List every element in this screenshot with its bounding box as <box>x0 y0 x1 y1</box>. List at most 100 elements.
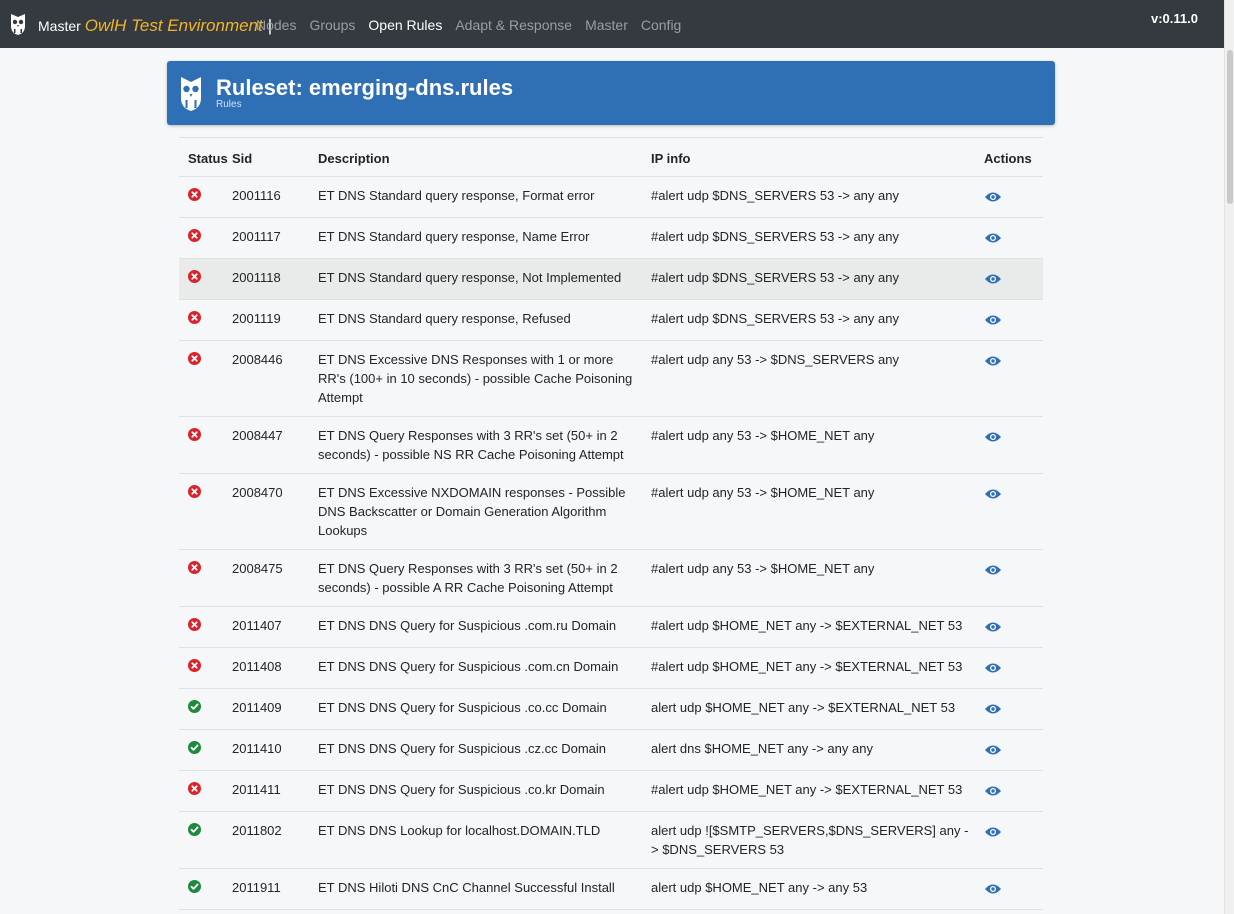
table-row[interactable]: 2011802 ET DNS DNS Lookup for localhost.D… <box>179 812 1043 869</box>
page-subtitle: Rules <box>216 99 242 110</box>
x-circle-icon[interactable] <box>188 188 201 201</box>
eye-icon[interactable] <box>984 353 1002 372</box>
scrollbar-thumb[interactable] <box>1227 50 1233 204</box>
table-row[interactable]: 2011410 ET DNS DNS Query for Suspicious .… <box>179 730 1043 771</box>
description-cell: ET DNS Excessive NXDOMAIN responses - Po… <box>318 485 626 538</box>
status-cell <box>179 689 232 730</box>
x-circle-icon[interactable] <box>188 485 201 498</box>
eye-icon[interactable] <box>984 486 1002 505</box>
actions-cell <box>984 689 1043 730</box>
nav-link-open-rules[interactable]: Open Rules <box>368 17 442 33</box>
x-circle-icon[interactable] <box>188 352 201 365</box>
column-header-description[interactable]: Description <box>318 138 651 177</box>
eye-icon[interactable] <box>984 312 1002 331</box>
x-circle-icon[interactable] <box>188 659 201 672</box>
table-row[interactable]: 2011911 ET DNS Hiloti DNS CnC Channel Suc… <box>179 869 1043 910</box>
eye-icon[interactable] <box>984 271 1002 290</box>
column-header-sid[interactable]: Sid <box>232 138 318 177</box>
sid-cell: 2011411 <box>232 782 281 797</box>
status-cell <box>179 417 232 474</box>
actions-cell <box>984 474 1043 550</box>
nav-link-groups[interactable]: Groups <box>309 17 355 33</box>
eye-icon[interactable] <box>984 824 1002 843</box>
actions-cell <box>984 648 1043 689</box>
check-circle-icon[interactable] <box>188 880 201 893</box>
ip-info-cell: #alert udp any 53 -> $HOME_NET any <box>651 561 875 576</box>
actions-cell <box>984 341 1043 417</box>
eye-icon[interactable] <box>984 230 1002 249</box>
status-cell <box>179 259 232 300</box>
table-row[interactable]: 2011407 ET DNS DNS Query for Suspicious .… <box>179 607 1043 648</box>
check-circle-icon[interactable] <box>188 741 201 754</box>
status-cell <box>179 771 232 812</box>
brand-environment-name: OwlH Test Environment <box>84 16 263 35</box>
nav-link-nodes[interactable]: Nodes <box>256 17 296 33</box>
owl-logo-icon[interactable] <box>9 12 27 36</box>
nav-link-master[interactable]: Master <box>585 17 628 33</box>
table-row[interactable]: 2001117 ET DNS Standard query response, N… <box>179 218 1043 259</box>
check-circle-icon[interactable] <box>188 823 201 836</box>
x-circle-icon[interactable] <box>188 311 201 324</box>
nav-link-config[interactable]: Config <box>641 17 681 33</box>
check-circle-icon[interactable] <box>188 700 201 713</box>
description-cell: ET DNS Standard query response, Refused <box>318 311 571 326</box>
ip-info-cell: alert dns $HOME_NET any -> any any <box>651 741 873 756</box>
table-row[interactable]: 2011409 ET DNS DNS Query for Suspicious .… <box>179 689 1043 730</box>
table-row[interactable]: 2008446 ET DNS Excessive DNS Responses wi… <box>179 341 1043 417</box>
owl-logo-icon <box>181 77 201 111</box>
table-row[interactable]: 2001118 ET DNS Standard query response, N… <box>179 258 1043 300</box>
rules-table-container: Status Sid Description IP info Actions 2… <box>179 137 1043 910</box>
eye-icon[interactable] <box>984 783 1002 802</box>
eye-icon[interactable] <box>984 189 1002 208</box>
description-cell: ET DNS DNS Query for Suspicious .co.cc D… <box>318 700 607 715</box>
x-circle-icon[interactable] <box>188 782 201 795</box>
eye-icon[interactable] <box>984 429 1002 448</box>
table-row[interactable]: 2008470 ET DNS Excessive NXDOMAIN respons… <box>179 474 1043 550</box>
x-circle-icon[interactable] <box>188 561 201 574</box>
column-header-status[interactable]: Status <box>179 138 232 177</box>
sid-cell: 2011410 <box>232 741 282 756</box>
description-cell: ET DNS DNS Query for Suspicious .com.cn … <box>318 659 619 674</box>
table-row[interactable]: 2008475 ET DNS Query Responses with 3 RR'… <box>179 550 1043 607</box>
sid-cell: 2008447 <box>232 428 283 443</box>
table-row[interactable]: 2001119 ET DNS Standard query response, R… <box>179 300 1043 341</box>
brand[interactable]: Master OwlH Test Environment | <box>38 16 272 36</box>
x-circle-icon[interactable] <box>188 428 201 441</box>
description-cell: ET DNS DNS Lookup for localhost.DOMAIN.T… <box>318 823 601 838</box>
actions-cell <box>984 730 1043 771</box>
x-circle-icon[interactable] <box>188 618 201 631</box>
page-title: Ruleset: emerging-dns.rules <box>216 75 514 100</box>
eye-icon[interactable] <box>984 881 1002 900</box>
nav-link-adapt-response[interactable]: Adapt & Response <box>455 17 572 33</box>
eye-icon[interactable] <box>984 562 1002 581</box>
eye-icon[interactable] <box>984 701 1002 720</box>
x-circle-icon[interactable] <box>188 229 201 242</box>
actions-cell <box>984 218 1043 259</box>
table-row[interactable]: 2008447 ET DNS Query Responses with 3 RR'… <box>179 417 1043 474</box>
page-scrollbar[interactable] <box>1224 0 1234 914</box>
table-row[interactable]: 2011408 ET DNS DNS Query for Suspicious .… <box>179 648 1043 689</box>
ip-info-cell: #alert udp $DNS_SERVERS 53 -> any any <box>651 229 899 244</box>
description-cell: ET DNS Standard query response, Format e… <box>318 188 595 203</box>
eye-icon[interactable] <box>984 619 1002 638</box>
description-cell: ET DNS Excessive DNS Responses with 1 or… <box>318 352 633 405</box>
actions-cell <box>984 300 1043 341</box>
eye-icon[interactable] <box>984 742 1002 761</box>
status-cell <box>179 648 232 689</box>
column-header-ip-info[interactable]: IP info <box>651 138 984 177</box>
ip-info-cell: #alert udp any 53 -> $DNS_SERVERS any <box>651 352 899 367</box>
table-row[interactable]: 2011411 ET DNS DNS Query for Suspicious .… <box>179 771 1043 812</box>
actions-cell <box>984 550 1043 607</box>
sid-cell: 2008470 <box>232 485 283 500</box>
nav-links: Nodes Groups Open Rules Adapt & Response… <box>256 17 681 33</box>
sid-cell: 2011407 <box>232 618 282 633</box>
table-header-row: Status Sid Description IP info Actions <box>179 137 1043 177</box>
actions-cell <box>984 607 1043 648</box>
table-row[interactable]: 2001116 ET DNS Standard query response, F… <box>179 177 1043 218</box>
top-navbar: Master OwlH Test Environment | Nodes Gro… <box>0 0 1224 48</box>
x-circle-icon[interactable] <box>188 270 201 283</box>
eye-icon[interactable] <box>984 660 1002 679</box>
ip-info-cell: #alert udp any 53 -> $HOME_NET any <box>651 485 875 500</box>
actions-cell <box>984 771 1043 812</box>
description-cell: ET DNS DNS Query for Suspicious .com.ru … <box>318 618 617 633</box>
